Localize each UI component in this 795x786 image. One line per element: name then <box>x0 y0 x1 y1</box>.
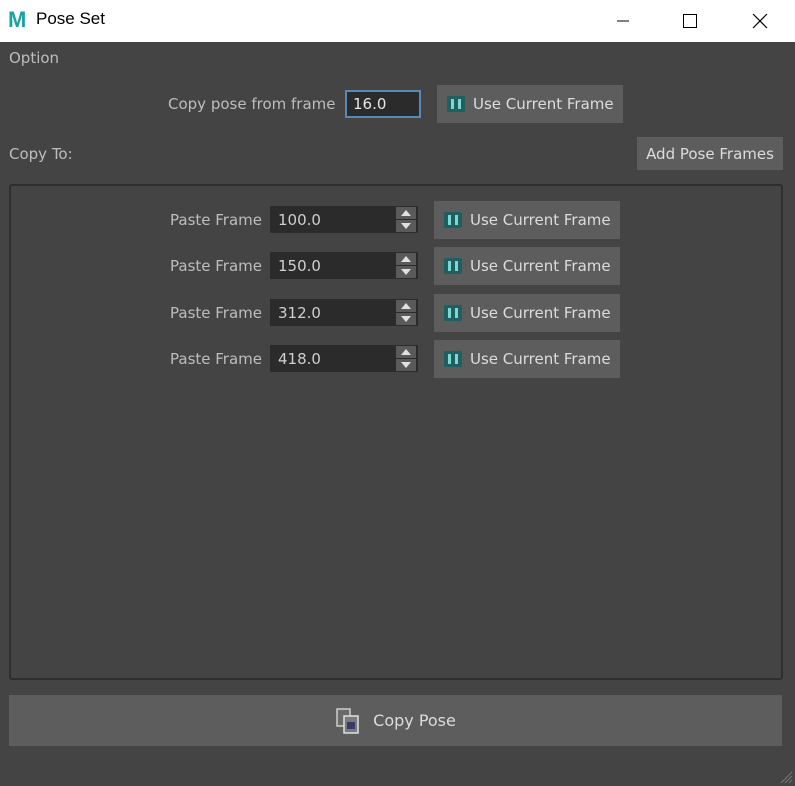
paste-frame-stepper[interactable] <box>394 345 418 372</box>
frame-icon <box>444 305 462 321</box>
increment-button[interactable] <box>396 300 416 312</box>
use-current-frame-label: Use Current Frame <box>470 211 611 229</box>
copy-pose-icon <box>336 707 359 734</box>
frame-icon <box>444 212 462 228</box>
title-bar: M Pose Set <box>0 0 795 42</box>
arrow-down-icon <box>401 269 411 275</box>
decrement-button[interactable] <box>396 313 416 325</box>
use-current-frame-button[interactable]: Use Current Frame <box>434 247 620 285</box>
paste-frame-stepper[interactable] <box>394 252 418 279</box>
arrow-down-icon <box>401 362 411 368</box>
option-label: Option <box>9 49 60 67</box>
frame-icon <box>447 96 465 112</box>
maximize-button[interactable] <box>655 0 725 42</box>
paste-frame-value: 150.0 <box>278 256 321 275</box>
frame-icon <box>444 351 462 367</box>
copy-to-label: Copy To: <box>9 145 73 163</box>
minimize-icon <box>617 20 629 22</box>
paste-frame-label: Paste Frame <box>170 257 262 275</box>
decrement-button[interactable] <box>396 220 416 232</box>
minimize-button[interactable] <box>588 0 658 42</box>
arrow-up-icon <box>401 303 411 309</box>
copy-pose-label: Copy Pose <box>373 711 456 730</box>
increment-button[interactable] <box>396 207 416 219</box>
use-current-frame-button[interactable]: Use Current Frame <box>434 340 620 378</box>
svg-text:M: M <box>8 8 26 32</box>
arrow-down-icon <box>401 223 411 229</box>
copy-from-frame-input[interactable]: 16.0 <box>345 90 421 118</box>
arrow-down-icon <box>401 316 411 322</box>
frame-icon <box>444 258 462 274</box>
paste-frame-label: Paste Frame <box>170 304 262 322</box>
copy-from-frame-value: 16.0 <box>353 95 387 113</box>
increment-button[interactable] <box>396 346 416 358</box>
window-title: Pose Set <box>36 9 105 28</box>
arrow-up-icon <box>401 210 411 216</box>
paste-frame-input[interactable]: 150.0 <box>270 252 394 279</box>
increment-button[interactable] <box>396 253 416 265</box>
copy-from-label: Copy pose from frame <box>168 95 336 113</box>
paste-frame-value: 312.0 <box>278 303 321 322</box>
arrow-up-icon <box>401 256 411 262</box>
copy-pose-button[interactable]: Copy Pose <box>9 695 782 746</box>
paste-frame-stepper[interactable] <box>394 206 418 233</box>
maximize-icon <box>683 14 697 28</box>
paste-frame-stepper[interactable] <box>394 299 418 326</box>
paste-frame-input[interactable]: 312.0 <box>270 299 394 326</box>
paste-frame-label: Paste Frame <box>170 211 262 229</box>
use-current-frame-label: Use Current Frame <box>470 350 611 368</box>
maya-app-icon: M <box>8 8 26 32</box>
use-current-frame-button[interactable]: Use Current Frame <box>434 294 620 332</box>
close-button[interactable] <box>725 0 795 42</box>
use-current-frame-label: Use Current Frame <box>470 304 611 322</box>
resize-grip-icon[interactable] <box>777 768 793 784</box>
paste-frame-value: 100.0 <box>278 210 321 229</box>
paste-frame-input[interactable]: 418.0 <box>270 345 394 372</box>
use-current-frame-label: Use Current Frame <box>473 95 614 113</box>
decrement-button[interactable] <box>396 266 416 278</box>
decrement-button[interactable] <box>396 359 416 371</box>
close-icon <box>752 13 768 29</box>
arrow-up-icon <box>401 349 411 355</box>
use-current-frame-button[interactable]: Use Current Frame <box>434 201 620 239</box>
paste-frame-input[interactable]: 100.0 <box>270 206 394 233</box>
add-pose-frames-button[interactable]: Add Pose Frames <box>637 137 783 170</box>
add-pose-frames-label: Add Pose Frames <box>646 144 774 163</box>
paste-frame-value: 418.0 <box>278 349 321 368</box>
use-current-frame-label: Use Current Frame <box>470 257 611 275</box>
use-current-frame-button-source[interactable]: Use Current Frame <box>437 85 623 123</box>
paste-frame-label: Paste Frame <box>170 350 262 368</box>
